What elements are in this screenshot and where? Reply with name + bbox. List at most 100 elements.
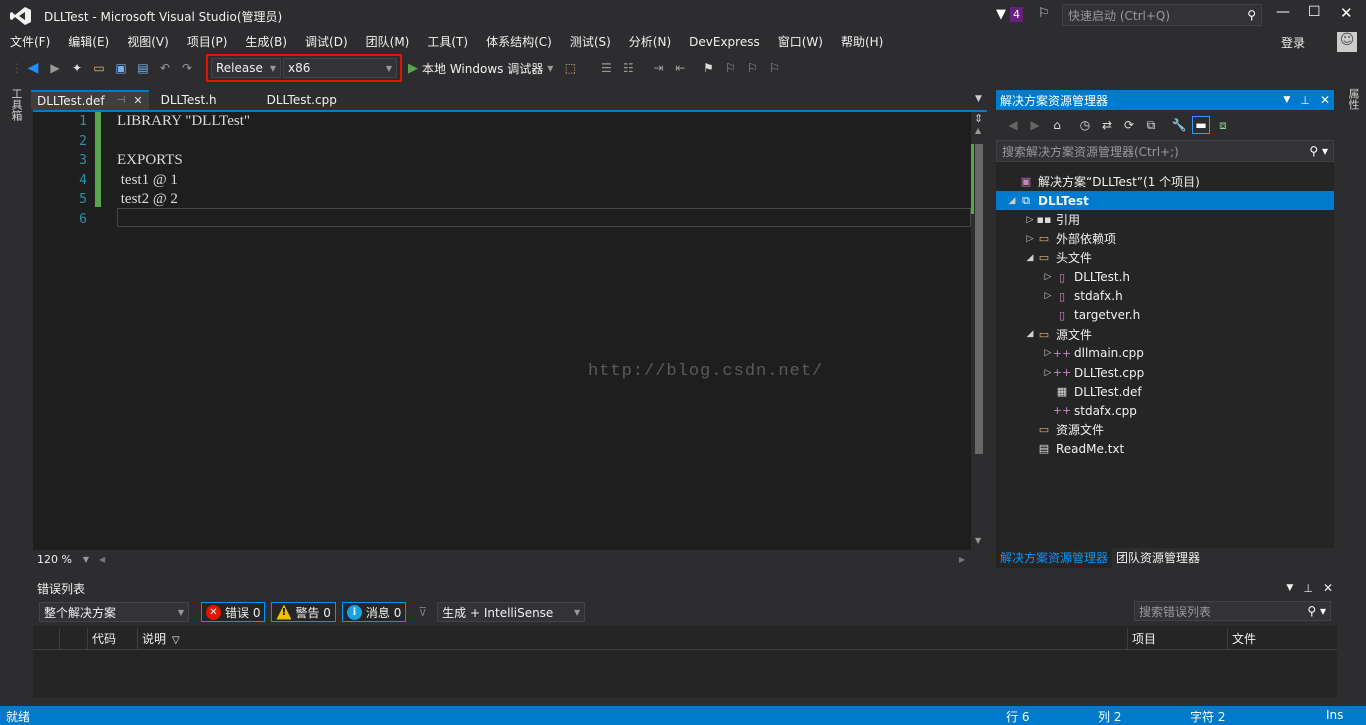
chevron-down-icon[interactable]: ▼ bbox=[547, 64, 553, 73]
menu-item[interactable]: DevExpress bbox=[680, 32, 769, 52]
prev-bookmark-icon[interactable]: ⚐ bbox=[721, 59, 739, 77]
close-icon[interactable]: ✕ bbox=[133, 91, 142, 111]
chevron-down-icon[interactable]: ▼ bbox=[1283, 95, 1290, 105]
minimize-button[interactable]: — bbox=[1276, 4, 1290, 20]
undo-icon[interactable]: ↶ bbox=[156, 59, 174, 77]
collapse-arrow-icon[interactable]: ◢ bbox=[1024, 253, 1036, 263]
refresh-icon[interactable]: ⟳ bbox=[1120, 116, 1138, 134]
tree-item[interactable]: ▷ ▪▪ 引用 bbox=[996, 210, 1334, 229]
forward-icon[interactable]: ▶ bbox=[1026, 116, 1044, 134]
collapse-all-icon[interactable]: ⧉ bbox=[1142, 116, 1160, 134]
expand-arrow-icon[interactable]: ▷ bbox=[1042, 272, 1054, 282]
attach-icon[interactable]: ⬚ bbox=[561, 59, 579, 77]
menu-item[interactable]: 测试(S) bbox=[561, 32, 620, 52]
source-filter-dropdown[interactable]: 生成 + IntelliSense ▼ bbox=[437, 602, 586, 622]
navigate-forward-icon[interactable]: ▶ bbox=[46, 59, 64, 77]
properties-icon[interactable]: 🔧 bbox=[1170, 116, 1188, 134]
tree-item[interactable]: ◢ ▭ 头文件 bbox=[996, 248, 1334, 267]
sync-icon[interactable]: ⇄ bbox=[1098, 116, 1116, 134]
save-icon[interactable]: ▣ bbox=[112, 59, 130, 77]
show-all-files-icon[interactable]: ▬ bbox=[1192, 116, 1210, 134]
scroll-up-icon[interactable]: ▲ bbox=[975, 126, 981, 135]
next-bookmark-icon[interactable]: ⚐ bbox=[743, 59, 761, 77]
menu-item[interactable]: 窗口(W) bbox=[769, 32, 832, 52]
code-editor[interactable]: 1 2 3 4 5 6 LIBRARY "DLLTest" EXPORTS test1 @ … bbox=[33, 110, 987, 550]
solution-configuration-dropdown[interactable]: Release ▼ bbox=[211, 58, 281, 78]
tree-item[interactable]: ▷ ++ DLLTest.cpp bbox=[996, 363, 1334, 382]
tree-item[interactable]: ▤ ReadMe.txt bbox=[996, 439, 1334, 458]
notification-badge[interactable]: 4 bbox=[1010, 7, 1023, 22]
uncomment-icon[interactable]: ☷ bbox=[619, 59, 637, 77]
redo-icon[interactable]: ↷ bbox=[178, 59, 196, 77]
tree-item[interactable]: ▯ targetver.h bbox=[996, 306, 1334, 325]
code-line[interactable]: test2 @ 2 bbox=[117, 190, 178, 209]
new-project-icon[interactable]: ✦ bbox=[68, 59, 86, 77]
code-line[interactable]: LIBRARY "DLLTest" bbox=[117, 112, 250, 131]
signin-button[interactable]: 登录 bbox=[1281, 34, 1305, 51]
code-line[interactable]: test1 @ 1 bbox=[117, 171, 178, 190]
scroll-right-icon[interactable]: ▶ bbox=[959, 555, 965, 564]
start-debug-label[interactable]: 本地 Windows 调试器 bbox=[422, 60, 543, 77]
filter-icon[interactable]: ▼ bbox=[996, 7, 1006, 22]
warnings-filter-button[interactable]: ! 警告 0 bbox=[271, 602, 336, 622]
menu-item[interactable]: 视图(V) bbox=[118, 32, 178, 52]
tree-item[interactable]: ▭ 资源文件 bbox=[996, 420, 1334, 439]
scroll-left-icon[interactable]: ◀ bbox=[99, 555, 105, 564]
account-icon[interactable]: ☺ bbox=[1337, 32, 1357, 52]
start-debug-icon[interactable]: ▶ bbox=[408, 61, 418, 76]
tree-item[interactable]: ◢ ⧉ DLLTest bbox=[996, 191, 1334, 211]
column-header-code[interactable]: 代码 bbox=[87, 628, 137, 650]
tab-dlltest-h[interactable]: DLLTest.h bbox=[155, 90, 223, 110]
solution-platform-dropdown[interactable]: x86 ▼ bbox=[283, 58, 397, 78]
messages-filter-button[interactable]: i 消息 0 bbox=[341, 602, 407, 622]
scope-dropdown[interactable]: 整个解决方案 ▼ bbox=[39, 602, 189, 622]
editor-vertical-scrollbar[interactable]: ⇕ ▲ ▼ bbox=[971, 112, 987, 550]
collapse-arrow-icon[interactable]: ◢ bbox=[1024, 329, 1036, 339]
tab-dlltest-cpp[interactable]: DLLTest.cpp bbox=[261, 90, 343, 110]
column-header-project[interactable]: 项目 bbox=[1127, 628, 1227, 650]
scroll-thumb[interactable] bbox=[975, 144, 983, 454]
error-search-input[interactable]: 搜索错误列表 ⚲ ▾ bbox=[1134, 601, 1331, 621]
menu-item[interactable]: 编辑(E) bbox=[59, 32, 118, 52]
pin-icon[interactable]: ⊣ bbox=[117, 91, 126, 111]
open-file-icon[interactable]: ▭ bbox=[90, 59, 108, 77]
column-header-severity[interactable] bbox=[59, 628, 87, 650]
outdent-icon[interactable]: ⇤ bbox=[671, 59, 689, 77]
menu-item[interactable]: 体系结构(C) bbox=[477, 32, 561, 52]
code-line[interactable]: EXPORTS bbox=[117, 151, 183, 170]
feedback-icon[interactable]: ⚐ bbox=[1038, 6, 1050, 21]
properties-tab[interactable]: 属性 bbox=[1345, 88, 1361, 110]
quick-launch-input[interactable]: 快速启动 (Ctrl+Q) ⚲ bbox=[1062, 4, 1262, 26]
tree-item[interactable]: ▷ ▯ DLLTest.h bbox=[996, 268, 1334, 287]
collapse-arrow-icon[interactable]: ◢ bbox=[1006, 196, 1018, 206]
scroll-down-icon[interactable]: ▼ bbox=[975, 536, 981, 545]
menu-item[interactable]: 帮助(H) bbox=[832, 32, 892, 52]
menu-item[interactable]: 工具(T) bbox=[418, 32, 477, 52]
tree-item[interactable]: ++ stdafx.cpp bbox=[996, 401, 1334, 420]
tree-item[interactable]: ▷ ++ dllmain.cpp bbox=[996, 344, 1334, 363]
split-icon[interactable]: ⇕ bbox=[974, 112, 983, 125]
close-button[interactable]: ✕ bbox=[1340, 4, 1353, 22]
pin-icon[interactable]: ⊥ bbox=[1303, 582, 1313, 595]
indent-icon[interactable]: ⇥ bbox=[649, 59, 667, 77]
filter-icon[interactable]: ⊽ bbox=[418, 605, 427, 619]
navigate-back-icon[interactable]: ◀ bbox=[24, 59, 42, 77]
tree-item[interactable]: ▷ ▭ 外部依赖项 bbox=[996, 229, 1334, 248]
menu-item[interactable]: 分析(N) bbox=[620, 32, 680, 52]
clear-bookmarks-icon[interactable]: ⚐ bbox=[765, 59, 783, 77]
zoom-dropdown[interactable]: 120 % ▼ bbox=[33, 551, 93, 567]
tree-item[interactable]: ◢ ▭ 源文件 bbox=[996, 325, 1334, 344]
chevron-down-icon[interactable]: ▼ bbox=[1286, 583, 1293, 593]
close-icon[interactable]: ✕ bbox=[1320, 93, 1330, 107]
tree-item[interactable]: ▷ ▯ stdafx.h bbox=[996, 287, 1334, 306]
back-icon[interactable]: ◀ bbox=[1004, 116, 1022, 134]
solution-explorer-search[interactable]: 搜索解决方案资源管理器(Ctrl+;) ⚲ ▾ bbox=[996, 140, 1334, 162]
pin-icon[interactable]: ⊥ bbox=[1300, 94, 1310, 107]
class-view-icon[interactable]: ⧈ bbox=[1214, 116, 1232, 134]
menu-item[interactable]: 生成(B) bbox=[236, 32, 296, 52]
tab-dlltest-def[interactable]: DLLTest.def ⊣ ✕ bbox=[31, 90, 149, 110]
close-icon[interactable]: ✕ bbox=[1323, 581, 1333, 595]
tree-item[interactable]: ▦ DLLTest.def bbox=[996, 382, 1334, 401]
maximize-button[interactable]: ☐ bbox=[1308, 4, 1321, 20]
home-icon[interactable]: ⌂ bbox=[1048, 116, 1066, 134]
